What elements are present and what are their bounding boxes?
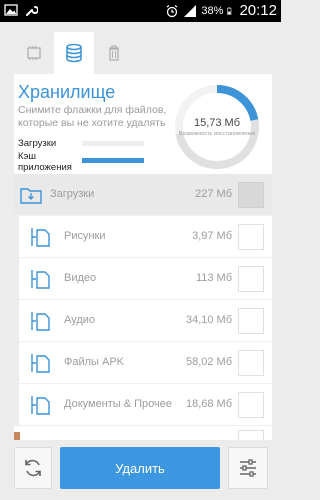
video-checkbox[interactable]: [238, 266, 264, 292]
recoverable-caption: Возможность восстановления: [178, 131, 256, 137]
database-icon: [66, 43, 82, 63]
list-item-apk[interactable]: Файлы APK 58,02 Мб: [14, 342, 272, 384]
battery-icon: [227, 6, 232, 15]
list-item-video[interactable]: Видео 113 Мб: [14, 258, 272, 300]
download-folder-icon: [20, 188, 42, 204]
list-item-documents[interactable]: Документы & Прочее 18,68 Мб: [14, 384, 272, 426]
tree-indent: [14, 216, 19, 258]
tree-indent: [14, 384, 19, 426]
tab-cpu[interactable]: [14, 32, 54, 74]
signal-icon: [184, 4, 197, 17]
list-item-label: Файлы APK: [64, 356, 125, 368]
downloads-checkbox[interactable]: [238, 182, 264, 208]
documents-checkbox[interactable]: [238, 392, 264, 418]
page-title: Хранилище: [18, 82, 116, 102]
list-item-size: 227 Мб: [195, 188, 232, 200]
trash-icon: [109, 45, 119, 61]
app-thumbnail: [14, 432, 20, 440]
list-item-downloads[interactable]: Загрузки 227 Мб: [14, 174, 272, 216]
battery-percent: 38%: [201, 4, 224, 17]
list-item-label: Видео: [64, 272, 97, 284]
tree-indent: [14, 300, 19, 342]
list-item-size: 18,68 Мб: [185, 398, 232, 410]
legend-downloads-label: Загрузки: [18, 138, 57, 149]
legend-cache-label: Кэш приложения: [18, 151, 72, 173]
legend-cache-bar: [82, 158, 144, 163]
recoverable-size: 15,73 Мб: [193, 117, 241, 129]
refresh-button[interactable]: [14, 447, 52, 489]
storage-panel: Хранилище Снимите флажки для файлов, кот…: [14, 74, 272, 440]
clock: 20:12: [239, 2, 277, 19]
instructions-text: Снимите флажки для файлов, которые вы не…: [18, 104, 167, 129]
tab-storage[interactable]: [54, 32, 94, 74]
tree-indent: [14, 258, 19, 300]
list-item-label: Рисунки: [64, 230, 106, 242]
list-item-audio[interactable]: Аудио 34,10 Мб: [14, 300, 272, 342]
file-tree-icon: [31, 396, 50, 415]
tab-trash[interactable]: [94, 32, 134, 74]
list-item-label: Аудио: [64, 314, 96, 326]
alarm-icon: [167, 4, 178, 17]
list-item-label: Документы & Прочее: [64, 398, 173, 410]
file-tree-icon: [31, 228, 50, 247]
file-tree-icon: [31, 354, 50, 373]
tab-bar: [14, 32, 134, 74]
refresh-icon: [25, 459, 41, 477]
file-tree-icon: [31, 312, 50, 331]
list-item-size: 58,02 Мб: [185, 356, 232, 368]
partial-checkbox[interactable]: [238, 430, 264, 440]
legend-downloads-bar: [82, 141, 144, 146]
list-item-partial: [14, 426, 272, 440]
list-item-pictures[interactable]: Рисунки 3,97 Мб: [14, 216, 272, 258]
settings-button[interactable]: [228, 447, 268, 489]
image-icon: [4, 4, 18, 16]
list-item-size: 113 Мб: [195, 272, 232, 284]
delete-button[interactable]: Удалить: [60, 447, 220, 489]
status-bar: 38% 20:12: [0, 0, 281, 22]
list-item-size: 34,10 Мб: [185, 314, 232, 326]
wrench-icon: [26, 6, 38, 16]
sliders-icon: [240, 459, 256, 477]
list-item-label: Загрузки: [50, 188, 95, 200]
tree-indent: [14, 342, 19, 384]
audio-checkbox[interactable]: [238, 308, 264, 334]
apk-checkbox[interactable]: [238, 350, 264, 376]
list-item-size: 3,97 Мб: [192, 230, 232, 242]
pictures-checkbox[interactable]: [238, 224, 264, 250]
cpu-icon: [27, 46, 41, 60]
file-tree-icon: [31, 270, 50, 289]
